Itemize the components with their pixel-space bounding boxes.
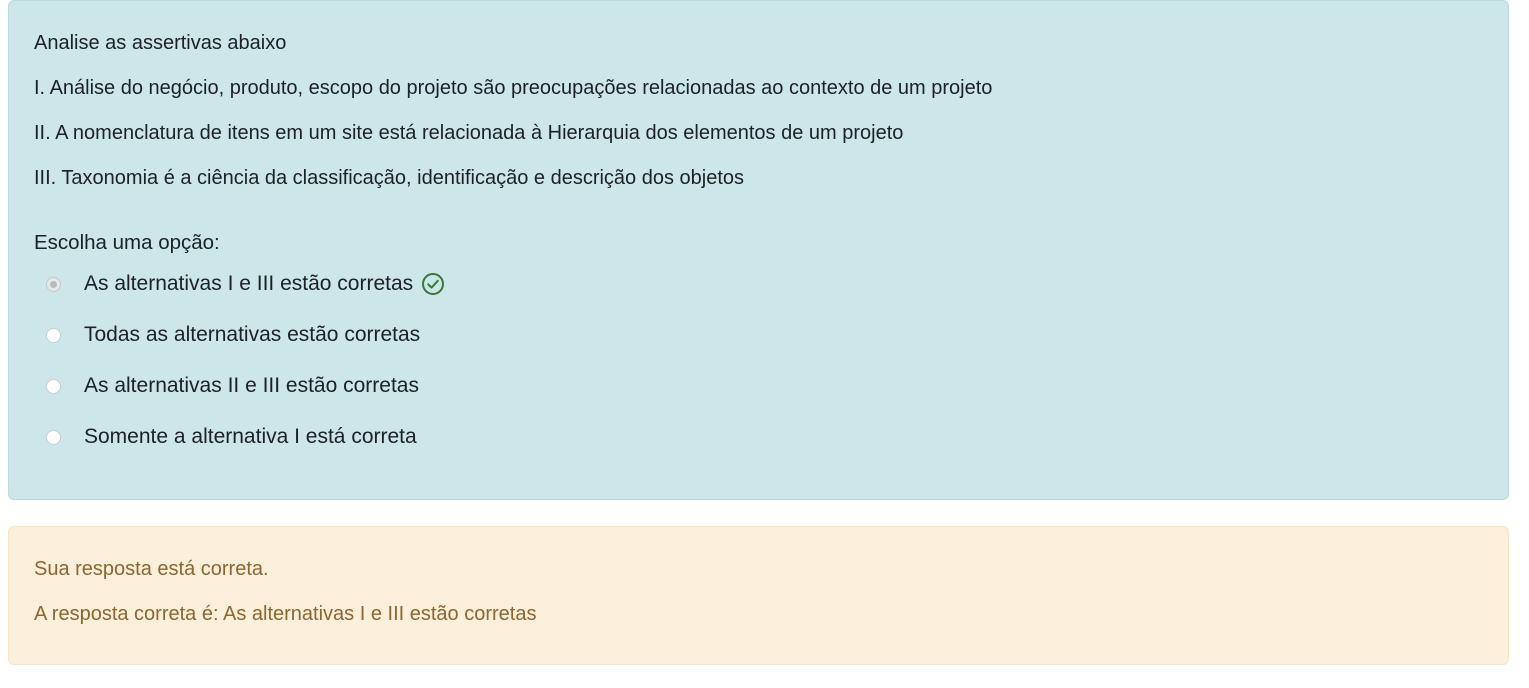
radio-button[interactable] [46,378,61,394]
radio-button[interactable] [46,327,61,343]
feedback-panel: Sua resposta está correta. A resposta co… [8,526,1509,665]
answer-option-label: As alternativas II e III estão corretas [84,374,419,397]
answer-option-label: Todas as alternativas estão corretas [84,323,421,346]
assertion-ii: II. A nomenclatura de itens em um site e… [34,122,904,144]
check-circle-icon [422,273,445,295]
radio-button-selected[interactable] [46,276,61,292]
question-intro: Analise as assertivas abaixo [34,32,287,54]
answer-option-2[interactable]: Todas as alternativas estão corretas [46,320,420,350]
question-panel: Analise as assertivas abaixo I. Análise … [8,0,1509,500]
answer-option-3[interactable]: As alternativas II e III estão corretas [46,371,419,401]
feedback-status: Sua resposta está correta. [34,558,269,580]
radio-button[interactable] [46,429,61,445]
answer-option-label: Somente a alternativa I está correta [84,425,417,448]
choose-option-prompt: Escolha uma opção: [34,231,220,254]
answer-option-label: As alternativas I e III estão corretas [84,272,414,295]
correct-answer-text: A resposta correta é: As alternativas I … [34,603,537,625]
assertion-i: I. Análise do negócio, produto, escopo d… [34,77,993,99]
answer-option-1[interactable]: As alternativas I e III estão corretas [46,269,445,299]
assertion-iii: III. Taxonomia é a ciência da classifica… [34,167,745,189]
answer-option-4[interactable]: Somente a alternativa I está correta [46,422,417,452]
